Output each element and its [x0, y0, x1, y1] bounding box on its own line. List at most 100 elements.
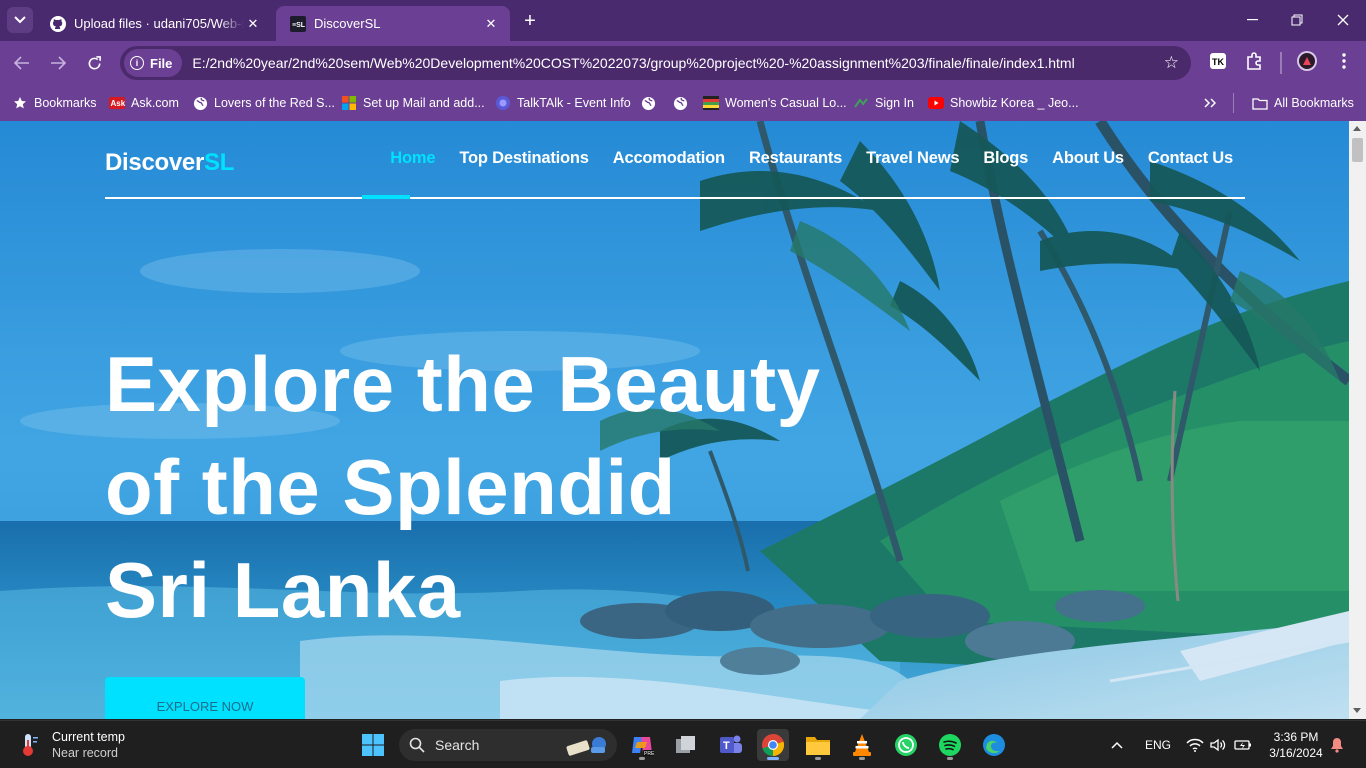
close-icon[interactable]: ✕: [482, 15, 500, 33]
tab-title: DiscoverSL: [314, 16, 381, 31]
nav-home[interactable]: Home: [390, 149, 435, 168]
windows-taskbar: Current temp Near record Search PRE T EN…: [0, 720, 1366, 768]
profile-avatar-icon[interactable]: [1297, 51, 1317, 71]
clock-time: 3:36 PM: [1273, 730, 1319, 744]
notification-bell-icon[interactable]: [1330, 729, 1344, 761]
bookmarks-overflow-icon[interactable]: [1204, 93, 1216, 113]
scroll-down-icon[interactable]: [1353, 708, 1361, 713]
site-logo[interactable]: DiscoverSL: [105, 149, 234, 177]
page-scrollbar[interactable]: [1349, 121, 1366, 719]
hero-line-2: of the Splendid: [105, 443, 676, 531]
bookmark-item[interactable]: Set up Mail and add...: [341, 93, 485, 113]
chevron-down-icon: [14, 16, 26, 24]
restore-icon[interactable]: [1282, 6, 1312, 34]
weather-widget[interactable]: Current temp Near record: [18, 729, 125, 761]
bookmark-item[interactable]: Bookmarks: [12, 93, 97, 113]
url-text[interactable]: E:/2nd%20year/2nd%20sem/Web%20Developmen…: [192, 55, 1074, 71]
tab-upload-files[interactable]: Upload files · udani705/Web-De ✕: [36, 6, 272, 41]
tray-overflow-icon[interactable]: [1110, 729, 1124, 761]
bookmark-item[interactable]: TalkTAlk - Event Info: [495, 93, 631, 113]
page-viewport: DiscoverSL Home Top Destinations Accomod…: [0, 121, 1349, 719]
tab-title: Upload files · udani705/Web-De: [74, 16, 244, 31]
svg-text:≡SL: ≡SL: [292, 22, 306, 29]
battery-icon[interactable]: [1234, 729, 1252, 761]
hero-line-1: Explore the Beauty: [105, 340, 821, 428]
hero-line-3: Sri Lanka: [105, 546, 461, 634]
weather-title: Current temp: [52, 730, 125, 744]
nav-about-us[interactable]: About Us: [1052, 149, 1124, 168]
whatsapp-icon[interactable]: [890, 729, 922, 761]
search-icon: [409, 737, 425, 753]
wifi-icon[interactable]: [1186, 729, 1204, 761]
copilot-icon[interactable]: PRE: [626, 729, 658, 761]
bookmark-star-icon[interactable]: ☆: [1164, 53, 1179, 73]
forward-icon[interactable]: [45, 50, 71, 76]
tab-discoversl[interactable]: ≡SL DiscoverSL ✕: [276, 6, 510, 41]
search-placeholder: Search: [435, 737, 480, 753]
browser-toolbar: i File E:/2nd%20year/2nd%20sem/Web%20Dev…: [0, 41, 1366, 85]
task-view-icon[interactable]: [670, 729, 702, 761]
youtube-icon: [928, 95, 944, 111]
close-icon[interactable]: ✕: [244, 15, 262, 33]
vlc-icon[interactable]: [846, 729, 878, 761]
folder-icon: [1252, 95, 1268, 111]
star-icon: [12, 95, 28, 111]
svg-text:TK: TK: [1212, 57, 1224, 67]
svg-text:T: T: [723, 740, 730, 752]
shop-icon: [703, 95, 719, 111]
system-clock[interactable]: 3:36 PM 3/16/2024: [1262, 729, 1330, 761]
tab-search-button[interactable]: [7, 7, 33, 33]
bookmark-item[interactable]: Sign In: [853, 93, 914, 113]
bookmark-item[interactable]: Lovers of the Red S...: [192, 93, 335, 113]
address-bar[interactable]: i File E:/2nd%20year/2nd%20sem/Web%20Dev…: [120, 46, 1191, 80]
scroll-up-icon[interactable]: [1353, 126, 1361, 131]
search-highlight-icon: [566, 737, 606, 756]
language-indicator[interactable]: ENG: [1145, 729, 1171, 761]
bookmark-item[interactable]: Showbiz Korea _ Jeo...: [928, 93, 1079, 113]
file-explorer-icon[interactable]: [802, 729, 834, 761]
site-chip-label: File: [150, 55, 173, 71]
scrollbar-thumb[interactable]: [1352, 138, 1363, 162]
teams-icon[interactable]: T: [714, 729, 746, 761]
globe-icon: [640, 95, 656, 111]
bookmark-item[interactable]: [672, 93, 694, 113]
nav-travel-news[interactable]: Travel News: [866, 149, 959, 168]
svg-text:Ask: Ask: [111, 99, 126, 108]
taskbar-search[interactable]: Search: [399, 729, 617, 761]
bookmark-item[interactable]: All Bookmarks: [1252, 93, 1354, 113]
menu-kebab-icon[interactable]: [1334, 51, 1354, 71]
hero-headline: Explore the Beauty of the Splendid Sri L…: [105, 333, 1005, 642]
extensions-puzzle-icon[interactable]: [1244, 51, 1264, 71]
ask-icon: Ask: [109, 95, 125, 111]
bookmark-item[interactable]: Ask Ask.com: [109, 93, 179, 113]
site-info-chip[interactable]: i File: [124, 49, 183, 77]
nav-accomodation[interactable]: Accomodation: [613, 149, 725, 168]
microsoft-icon: [341, 95, 357, 111]
main-nav: Home Top Destinations Accomodation Resta…: [390, 149, 1233, 168]
bookmark-item[interactable]: [640, 93, 662, 113]
info-icon: i: [130, 56, 144, 70]
bookmark-item[interactable]: Women's Casual Lo...: [703, 93, 847, 113]
extension-tk-icon[interactable]: TK: [1208, 51, 1228, 71]
svg-text:PRE: PRE: [644, 751, 655, 757]
discoversl-favicon-icon: ≡SL: [290, 15, 306, 32]
minimize-icon[interactable]: [1237, 6, 1267, 34]
bookmarks-divider: [1233, 93, 1234, 113]
edge-icon[interactable]: [978, 729, 1010, 761]
nav-contact-us[interactable]: Contact Us: [1148, 149, 1233, 168]
volume-icon[interactable]: [1210, 729, 1226, 761]
chrome-icon[interactable]: [757, 729, 789, 761]
clock-date: 3/16/2024: [1269, 746, 1323, 760]
close-window-icon[interactable]: [1328, 6, 1358, 34]
nav-blogs[interactable]: Blogs: [983, 149, 1028, 168]
nav-top-destinations[interactable]: Top Destinations: [459, 149, 589, 168]
new-tab-button[interactable]: +: [518, 9, 542, 33]
explore-now-button[interactable]: EXPLORE NOW: [105, 677, 305, 719]
nav-restaurants[interactable]: Restaurants: [749, 149, 842, 168]
spotify-icon[interactable]: [934, 729, 966, 761]
windows-start-icon[interactable]: [357, 729, 389, 761]
back-icon[interactable]: [9, 50, 35, 76]
reload-icon[interactable]: [81, 50, 107, 76]
thermometer-icon: [23, 734, 38, 756]
bookmarks-bar: Bookmarks Ask Ask.com Lovers of the Red …: [0, 85, 1366, 121]
